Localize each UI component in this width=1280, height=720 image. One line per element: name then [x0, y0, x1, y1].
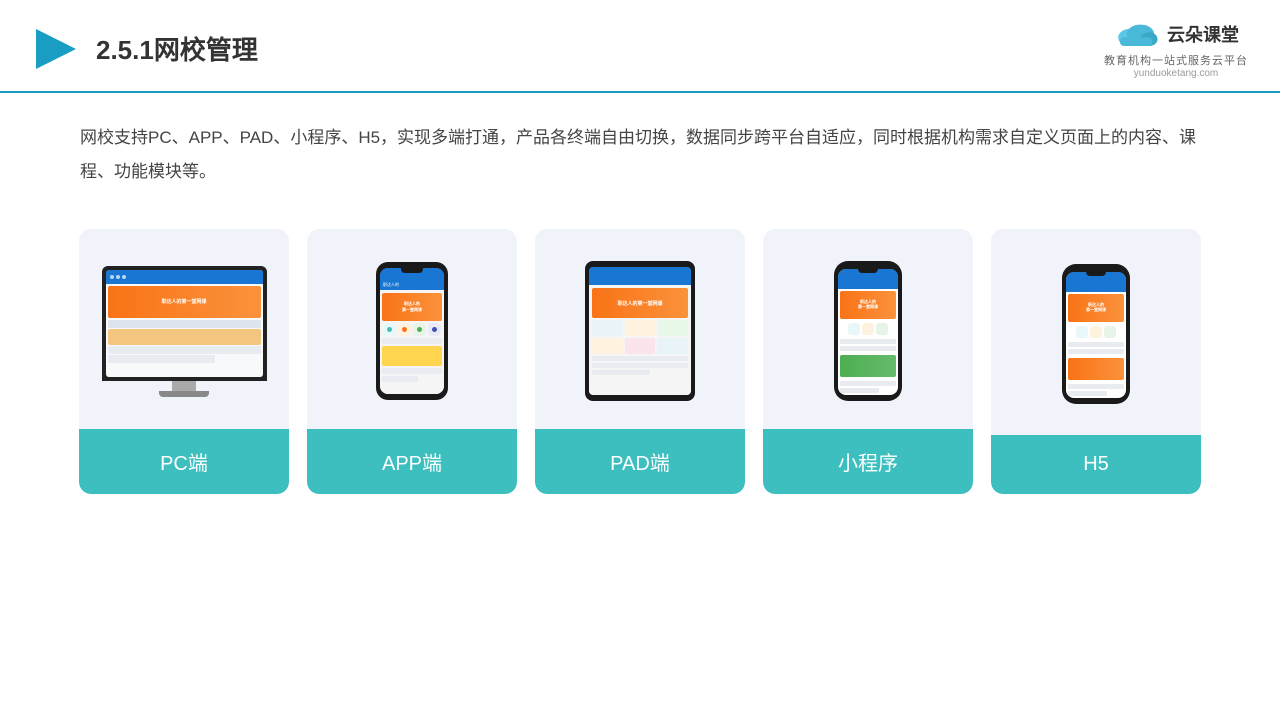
card-pc: 职达人的第一堂网课 PC端: [79, 229, 289, 494]
header-left: 2.5.1网校管理: [32, 25, 258, 73]
h5-mockup: 职达人的第一堂网课: [1062, 264, 1130, 404]
card-h5-label: H5: [991, 435, 1201, 494]
card-miniprogram: 职达人的第一堂网课: [763, 229, 973, 494]
card-pad-label: PAD端: [535, 429, 745, 494]
app-mockup: 职达人的 职达人的第一堂网课: [376, 262, 448, 400]
logo-url: yunduoketang.com: [1134, 68, 1219, 79]
logo-area: 云朵课堂 教育机构一站式服务云平台 yunduoketang.com: [1104, 18, 1248, 79]
card-pad: 职达人的第一堂网课: [535, 229, 745, 494]
pc-mockup: 职达人的第一堂网课: [99, 266, 269, 397]
card-pc-image: 职达人的第一堂网课: [79, 229, 289, 429]
card-pad-image: 职达人的第一堂网课: [535, 229, 745, 429]
card-h5: 职达人的第一堂网课: [991, 229, 1201, 494]
card-app: 职达人的 职达人的第一堂网课: [307, 229, 517, 494]
card-app-image: 职达人的 职达人的第一堂网课: [307, 229, 517, 429]
page-title: 2.5.1网校管理: [96, 30, 258, 67]
card-miniprogram-image: 职达人的第一堂网课: [763, 229, 973, 429]
logo-icon: 云朵课堂: [1113, 18, 1239, 50]
card-pc-label: PC端: [79, 429, 289, 494]
miniprogram-mockup: 职达人的第一堂网课: [834, 261, 902, 401]
logo-name: 云朵课堂: [1167, 21, 1239, 47]
card-miniprogram-label: 小程序: [763, 429, 973, 494]
card-h5-image: 职达人的第一堂网课: [991, 229, 1201, 435]
header: 2.5.1网校管理 云朵课堂 教育机构一站式服务云平台 yunduoketang…: [0, 0, 1280, 93]
pad-mockup: 职达人的第一堂网课: [585, 261, 695, 401]
description-text: 网校支持PC、APP、PAD、小程序、H5，实现多端打通，产品各终端自由切换，数…: [0, 93, 1280, 209]
cards-container: 职达人的第一堂网课 PC端: [0, 209, 1280, 494]
cloud-icon: [1113, 18, 1161, 50]
card-app-label: APP端: [307, 429, 517, 494]
logo-tagline: 教育机构一站式服务云平台: [1104, 52, 1248, 68]
play-icon: [32, 25, 80, 73]
